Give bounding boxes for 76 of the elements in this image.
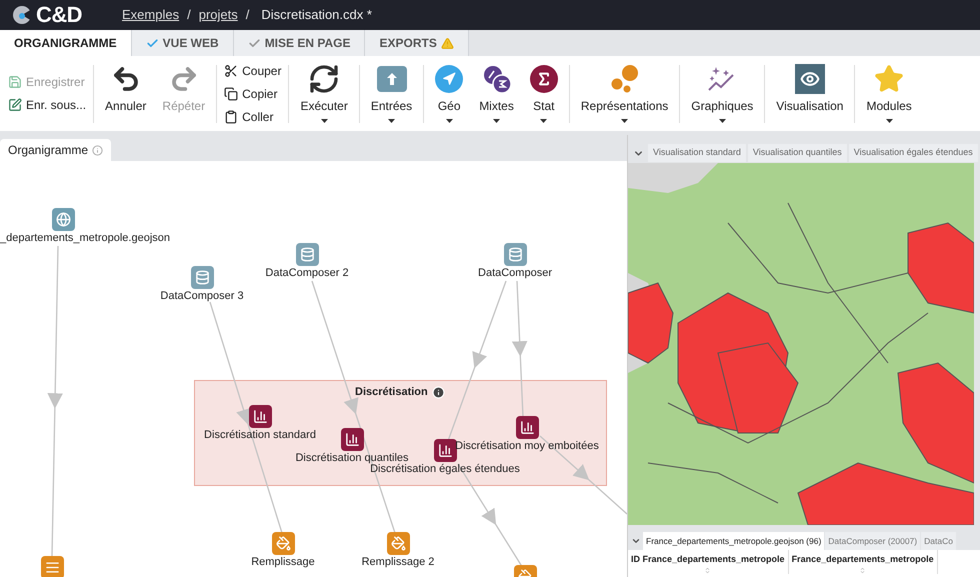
breadcrumb-separator: /: [187, 6, 191, 24]
toolbar-button[interactable]: Enr. sous...: [8, 96, 86, 114]
database-icon[interactable]: [191, 266, 214, 289]
sort-icon: [859, 566, 866, 574]
database-icon[interactable]: [296, 243, 319, 266]
chevron-down-icon: [630, 536, 640, 546]
bar-chart-icon[interactable]: [249, 405, 272, 428]
main-tab[interactable]: EXPORTS: [365, 30, 469, 56]
toolbar-button[interactable]: Visualisation: [772, 62, 848, 124]
node-label: DataComposer 2: [265, 267, 349, 280]
check-icon: [248, 36, 261, 50]
node-label: _departements_metropole.geojson: [0, 232, 170, 245]
main-tab[interactable]: ORGANIGRAMME: [0, 30, 132, 56]
database-icon[interactable]: [504, 243, 527, 266]
main-tab[interactable]: MISE EN PAGE: [234, 30, 366, 56]
scissors-icon: [224, 64, 238, 78]
data-tab[interactable]: DataComposer (20007): [825, 532, 920, 550]
toolbar-button[interactable]: Mixtes: [475, 62, 518, 124]
toolbar-button[interactable]: Géo: [431, 62, 468, 124]
node-label: DataComposer 3: [160, 290, 244, 303]
sigma-icon: [530, 64, 558, 92]
toolbar-button[interactable]: Copier: [224, 84, 282, 102]
info-icon: [92, 144, 104, 156]
copy-icon: [224, 86, 238, 100]
toolbar-button[interactable]: Couper: [224, 62, 282, 80]
save-icon: [8, 75, 22, 89]
bar-chart-icon[interactable]: [434, 439, 457, 462]
paint-bucket-icon[interactable]: [387, 532, 410, 555]
data-tab[interactable]: DataCo: [921, 532, 956, 550]
view-tab[interactable]: Visualisation quantiles: [748, 144, 847, 162]
toolbar-button[interactable]: Modules: [862, 62, 916, 124]
toolbar-button[interactable]: Annuler: [101, 62, 150, 124]
breadcrumb-link[interactable]: Exemples: [122, 5, 180, 25]
panel-tab-label: Organigramme: [8, 142, 88, 159]
node-label: Discrétisation standard: [204, 429, 316, 442]
check-icon: [146, 36, 159, 50]
toolbar-button[interactable]: Stat: [526, 62, 562, 124]
paint-bucket-icon[interactable]: [272, 532, 295, 555]
folder-upload-icon: [376, 66, 406, 92]
toolbar-button[interactable]: Graphiques: [687, 62, 758, 124]
refresh-icon: [308, 62, 340, 94]
sort-icon: [704, 566, 712, 574]
eye-icon: [794, 64, 825, 94]
main-tab[interactable]: VUE WEB: [132, 30, 234, 56]
toolbar-button[interactable]: Exécuter: [296, 62, 352, 124]
group-title: Discrétisation: [355, 385, 428, 400]
compass-icon: [435, 64, 464, 92]
toolbar-button[interactable]: Représentations: [576, 62, 672, 124]
panel-tab[interactable]: Organigramme: [0, 139, 112, 161]
node-label: DataComposer: [478, 267, 552, 280]
column-header[interactable]: ID France_departements_metropole: [628, 550, 789, 574]
node-label: Discrétisation égales étendues: [370, 463, 520, 476]
logo-icon: [12, 5, 32, 25]
bar-chart-icon[interactable]: [341, 428, 364, 451]
clipboard-icon: [224, 110, 238, 124]
view-tab[interactable]: Visualisation égales étendues: [848, 144, 978, 162]
view-tab[interactable]: Visualisation standard: [648, 144, 746, 162]
globe-icon[interactable]: [52, 208, 75, 231]
bubbles-icon: [608, 64, 641, 94]
linked-circles-icon: [482, 64, 512, 94]
column-header[interactable]: France_departements_metropole: [788, 550, 938, 574]
warning-icon: [440, 36, 454, 50]
node-label: Discrétisation quantiles: [295, 452, 409, 464]
list-icon[interactable]: [41, 556, 64, 577]
breadcrumb-separator: /: [246, 6, 250, 24]
file-name: Discretisation.cdx *: [261, 6, 372, 24]
node-label: Remplissage: [251, 556, 315, 569]
save-as-icon: [8, 98, 22, 112]
node-label: Remplissage 2: [362, 556, 434, 569]
breadcrumb-link[interactable]: projets: [198, 5, 238, 25]
toolbar-button[interactable]: Coller: [224, 108, 282, 126]
data-tab[interactable]: France_departements_metropole.geojson (96): [643, 532, 824, 550]
bar-chart-icon[interactable]: [516, 416, 539, 439]
logo-text: C&D: [36, 4, 82, 26]
toolbar-button[interactable]: Entrées: [366, 62, 416, 124]
star-icon: [874, 64, 904, 94]
